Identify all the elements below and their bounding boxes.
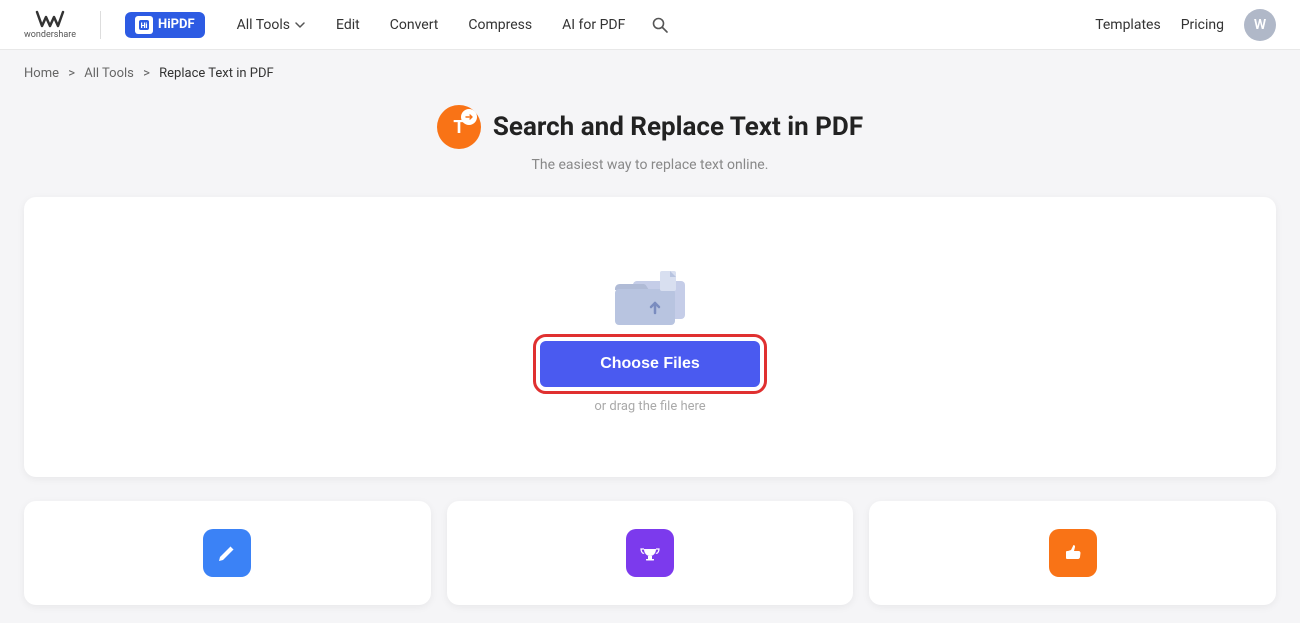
bottom-cards — [0, 477, 1300, 605]
pricing-link[interactable]: Pricing — [1181, 17, 1224, 33]
main-nav: All Tools Edit Convert Compress AI for P… — [225, 10, 1096, 40]
bottom-card-icon-0 — [203, 529, 251, 577]
nav-all-tools[interactable]: All Tools — [225, 11, 318, 39]
page-subtitle: The easiest way to replace text online. — [0, 157, 1300, 173]
hipdf-label: HiPDF — [158, 17, 195, 32]
page-header: T Search and Replace Text in PDF The eas… — [0, 89, 1300, 197]
bottom-card-icon-2 — [1049, 529, 1097, 577]
bottom-card-1 — [447, 501, 854, 605]
bottom-card-icon-1 — [626, 529, 674, 577]
hipdf-icon: Hi — [135, 16, 153, 34]
breadcrumb: Home > All Tools > Replace Text in PDF — [0, 50, 1300, 89]
logo-divider — [100, 11, 101, 39]
edit-icon — [215, 541, 239, 565]
header-right: Templates Pricing W — [1095, 9, 1276, 41]
bottom-card-2 — [869, 501, 1276, 605]
bottom-card-0 — [24, 501, 431, 605]
breadcrumb-all-tools[interactable]: All Tools — [84, 66, 134, 81]
breadcrumb-current: Replace Text in PDF — [159, 66, 274, 81]
header: wondershare Hi HiPDF All Tools Edit Conv… — [0, 0, 1300, 50]
page-title: Search and Replace Text in PDF — [493, 112, 863, 142]
replace-text-icon: T — [437, 105, 481, 149]
nav-ai-for-pdf[interactable]: AI for PDF — [550, 11, 637, 39]
chevron-down-icon — [294, 19, 306, 31]
wondershare-logo[interactable]: wondershare — [24, 10, 76, 40]
main-content: Choose Files or drag the file here — [0, 197, 1300, 477]
thumbs-up-icon — [1061, 541, 1085, 565]
nav-compress[interactable]: Compress — [456, 11, 544, 39]
choose-files-button[interactable]: Choose Files — [540, 341, 760, 387]
title-row: T Search and Replace Text in PDF — [0, 105, 1300, 149]
wondershare-label: wondershare — [24, 30, 76, 40]
nav-edit[interactable]: Edit — [324, 11, 372, 39]
upload-card: Choose Files or drag the file here — [24, 197, 1276, 477]
breadcrumb-home[interactable]: Home — [24, 66, 59, 81]
svg-text:Hi: Hi — [141, 22, 148, 30]
user-avatar[interactable]: W — [1244, 9, 1276, 41]
templates-link[interactable]: Templates — [1095, 17, 1161, 33]
hipdf-logo[interactable]: Hi HiPDF — [125, 12, 205, 38]
logo-area: wondershare Hi HiPDF — [24, 10, 205, 40]
search-icon[interactable] — [643, 10, 677, 40]
trophy-icon — [638, 541, 662, 565]
folder-illustration — [605, 261, 695, 341]
drag-hint: or drag the file here — [594, 399, 705, 414]
nav-convert[interactable]: Convert — [378, 11, 451, 39]
